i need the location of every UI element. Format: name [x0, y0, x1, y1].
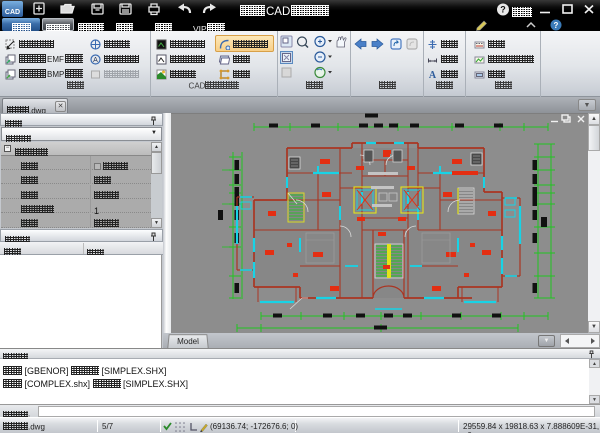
svg-text:?: ?	[500, 5, 506, 15]
svg-text:A: A	[93, 57, 98, 64]
svg-text:?: ?	[554, 21, 559, 30]
